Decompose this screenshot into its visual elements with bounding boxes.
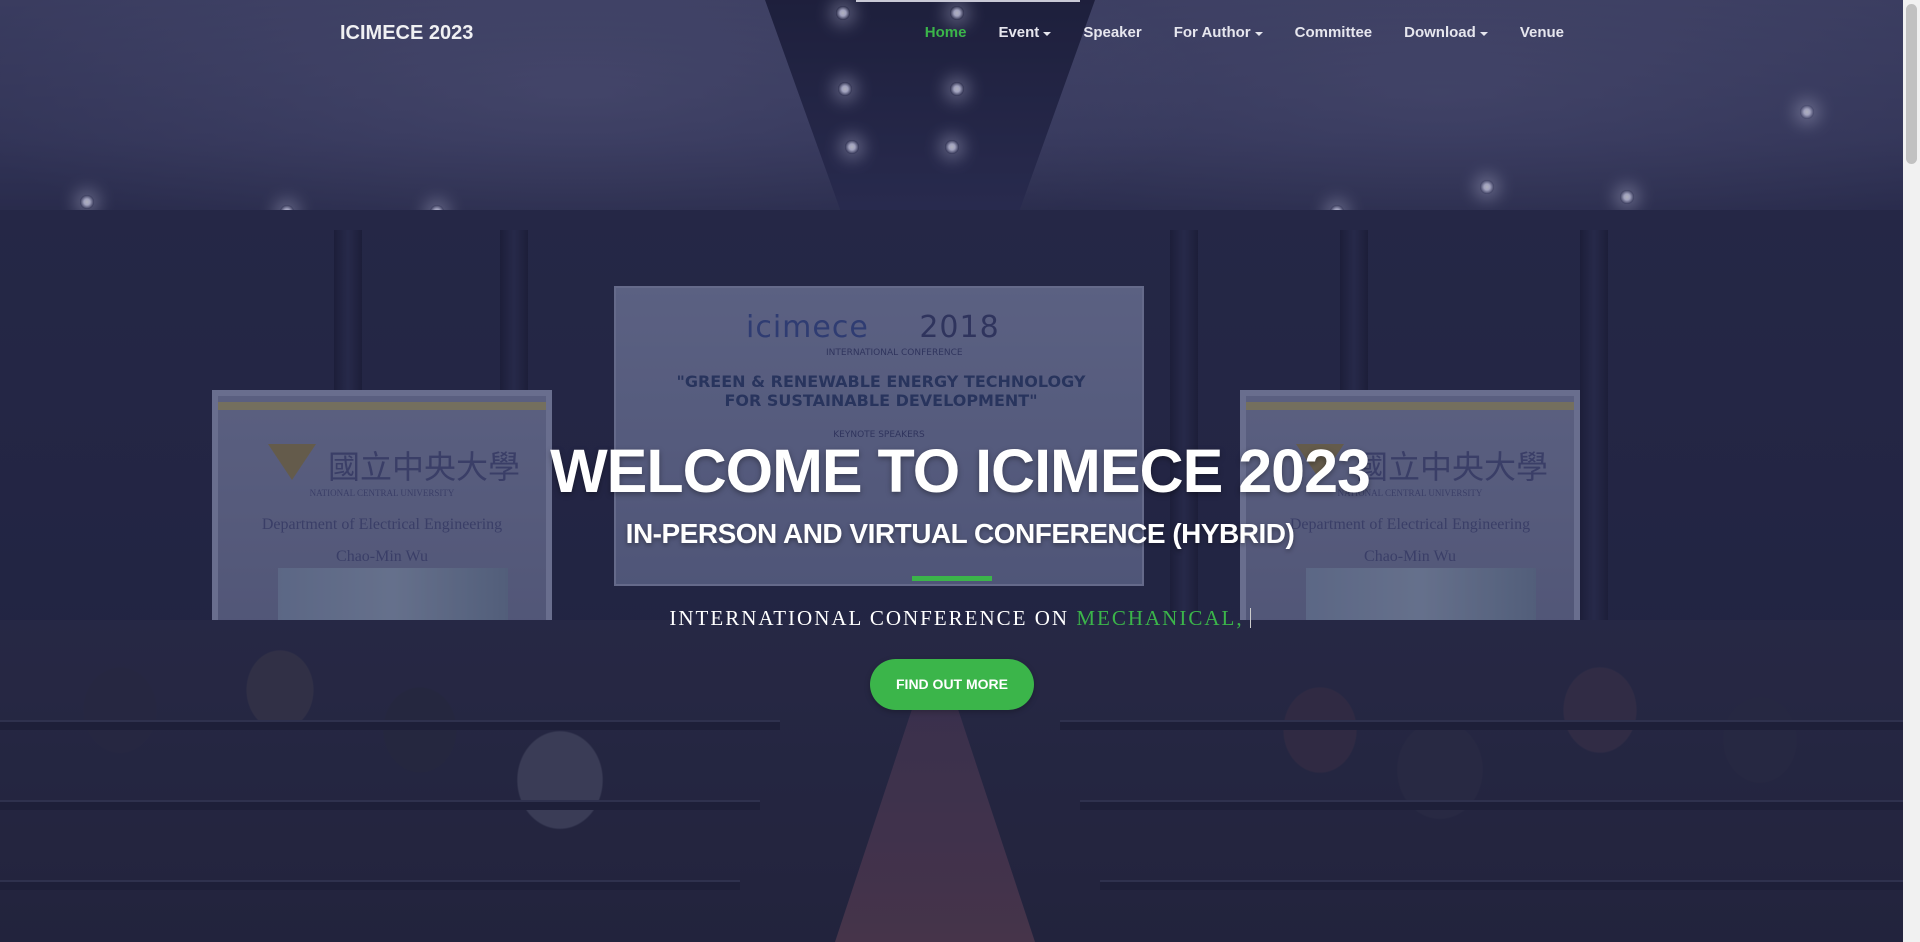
scrollbar-thumb[interactable]	[1906, 4, 1917, 164]
hero-tagline: INTERNATIONAL CONFERENCE ON MECHANICAL,	[0, 606, 1920, 631]
nav-item-label: Speaker	[1083, 24, 1142, 41]
hero-subtitle: IN-PERSON AND VIRTUAL CONFERENCE (HYBRID…	[625, 518, 1295, 549]
caret-down-icon	[1479, 31, 1488, 36]
nav-item-label: Committee	[1294, 24, 1373, 41]
nav-item-label: Venue	[1519, 24, 1564, 41]
caret-down-icon	[1043, 31, 1052, 36]
nav-item-label: Download	[1404, 24, 1476, 41]
hero-divider	[912, 576, 992, 581]
nav-menu: Home Event Speaker For Author Committee …	[893, 24, 1564, 41]
scrollbar[interactable]	[1903, 0, 1920, 942]
nav-item-venue[interactable]: Venue	[1520, 24, 1564, 41]
find-out-more-button[interactable]: FIND OUT MORE	[870, 659, 1034, 710]
nav-item-label: For Author	[1173, 24, 1251, 41]
hero-section: WELCOME TO ICIMECE 2023 IN-PERSON AND VI…	[0, 0, 1920, 942]
nav-item-home[interactable]: Home	[925, 24, 967, 41]
nav-item-download[interactable]: Download	[1404, 24, 1488, 41]
nav-item-committee[interactable]: Committee	[1295, 24, 1373, 41]
nav-item-label: Event	[998, 24, 1040, 41]
nav-item-speaker[interactable]: Speaker	[1083, 24, 1141, 41]
nav-item-label: Home	[924, 24, 967, 41]
brand-logo[interactable]: ICIMECE 2023	[340, 22, 473, 45]
nav-item-for-author[interactable]: For Author	[1174, 24, 1263, 41]
hero-title: WELCOME TO ICIMECE 2023	[550, 437, 1371, 505]
page: icimece 2018 INTERNATIONAL CONFERENCE "G…	[0, 0, 1920, 942]
top-indicator	[856, 0, 1080, 2]
navbar: ICIMECE 2023 Home Event Speaker For Auth…	[0, 0, 1920, 70]
caret-down-icon	[1254, 31, 1263, 36]
typing-cursor	[1249, 608, 1251, 628]
nav-item-event[interactable]: Event	[998, 24, 1052, 41]
tagline-prefix: INTERNATIONAL CONFERENCE ON	[669, 606, 1070, 630]
tagline-typed-text: MECHANICAL,	[1076, 606, 1244, 630]
